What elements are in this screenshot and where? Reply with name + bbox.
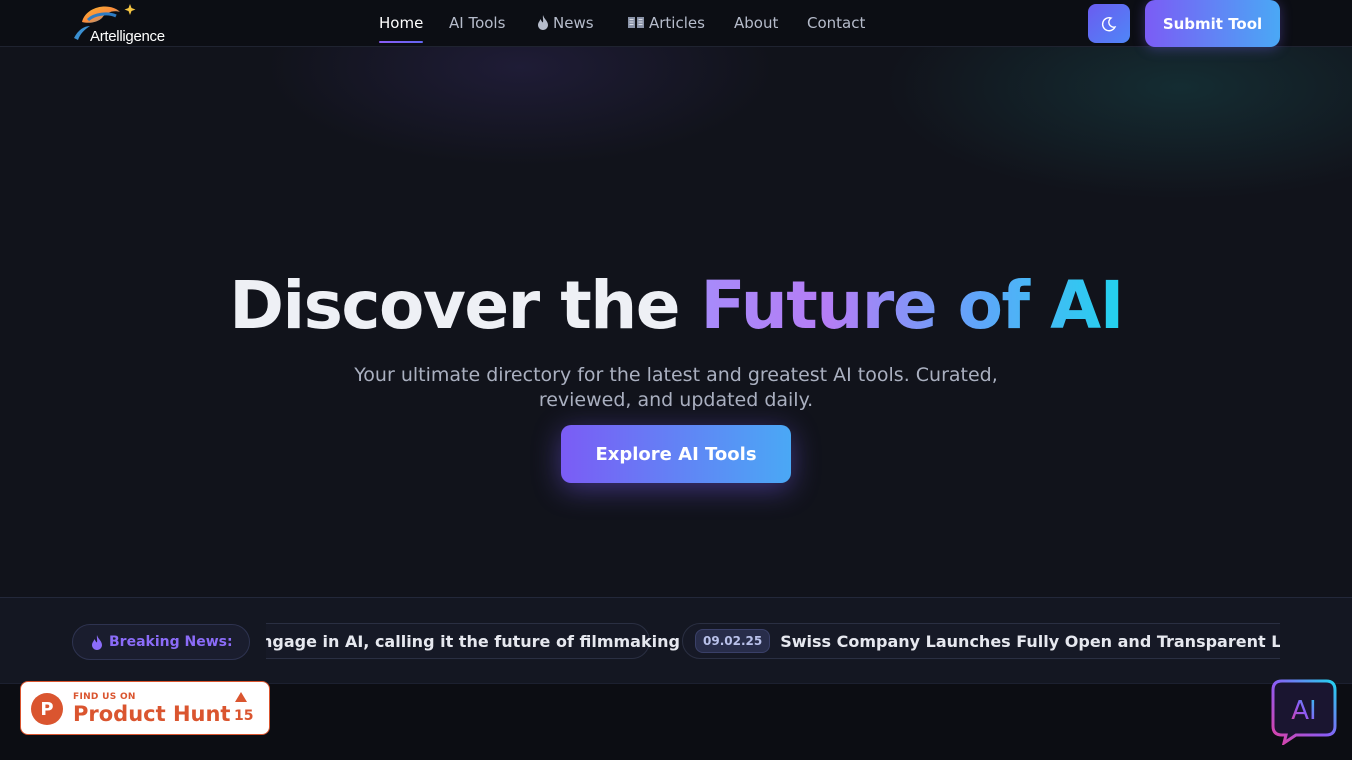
ai-chat-label: AI [1291, 696, 1316, 726]
news-item[interactable]: ngage in AI, calling it the future of fi… [266, 623, 680, 659]
news-headline: Swiss Company Launches Fully Open and Tr… [780, 631, 1280, 651]
news-ticker: Breaking News: ngage in AI, calling it t… [0, 597, 1352, 684]
nav-item-label: Articles [649, 14, 705, 32]
nav-item-label: News [553, 14, 594, 32]
nav-item-label: AI Tools [449, 14, 506, 32]
brand-name: Artelligence [90, 28, 165, 45]
upvote-arrow-icon [235, 692, 247, 702]
nav-item-contact[interactable]: Contact [807, 14, 865, 32]
product-hunt-badge[interactable]: P FIND US ON Product Hunt 15 [20, 681, 270, 735]
flame-icon [538, 15, 548, 30]
flame-icon [92, 634, 102, 650]
nav-item-articles[interactable]: Articles [627, 14, 705, 32]
nav-item-ai-tools[interactable]: AI Tools [449, 14, 505, 32]
book-icon [628, 17, 644, 28]
theme-toggle-button[interactable] [1088, 4, 1130, 43]
hero-title-gradient: Future of AI [700, 267, 1124, 344]
active-underline [379, 41, 424, 43]
hero-subtitle: Your ultimate directory for the latest a… [354, 364, 998, 411]
explore-ai-tools-button[interactable]: Explore AI Tools [561, 425, 791, 483]
news-item[interactable]: 09.02.25 Swiss Company Launches Fully Op… [682, 623, 1280, 659]
breaking-news-label: Breaking News: [72, 624, 250, 660]
hero-section: Discover the Future of AI Your ultimate … [0, 47, 1352, 597]
nav-item-home[interactable]: Home [379, 14, 424, 43]
product-hunt-logo-icon: P [31, 693, 63, 725]
product-hunt-upvotes: 15 [234, 708, 254, 724]
moon-icon [1101, 16, 1117, 31]
ticker-track: ngage in AI, calling it the future of fi… [266, 623, 1280, 661]
breaking-news-text: Breaking News: [109, 634, 233, 650]
nav-item-label: About [734, 14, 779, 32]
product-hunt-eyebrow: FIND US ON [73, 692, 136, 702]
ai-chat-widget-button[interactable]: AI [1270, 679, 1338, 747]
submit-tool-button[interactable]: Submit Tool [1145, 0, 1280, 47]
nav-item-about[interactable]: About [734, 14, 778, 32]
ai-chat-bubble-icon: AI [1271, 679, 1337, 747]
news-headline: ngage in AI, calling it the future of fi… [266, 631, 680, 651]
nav-item-label: Home [379, 14, 424, 32]
nav-item-news[interactable]: News [537, 14, 594, 32]
site-header: Artelligence Home AI Tools News Articles… [0, 0, 1352, 47]
hero-title: Discover the Future of AI [0, 267, 1352, 344]
hero-title-plain: Discover the [229, 267, 680, 344]
product-hunt-name: Product Hunt [73, 702, 231, 726]
nav-item-label: Contact [807, 14, 866, 32]
news-date-badge: 09.02.25 [695, 629, 771, 653]
brand-logo[interactable]: Artelligence [70, 0, 170, 46]
